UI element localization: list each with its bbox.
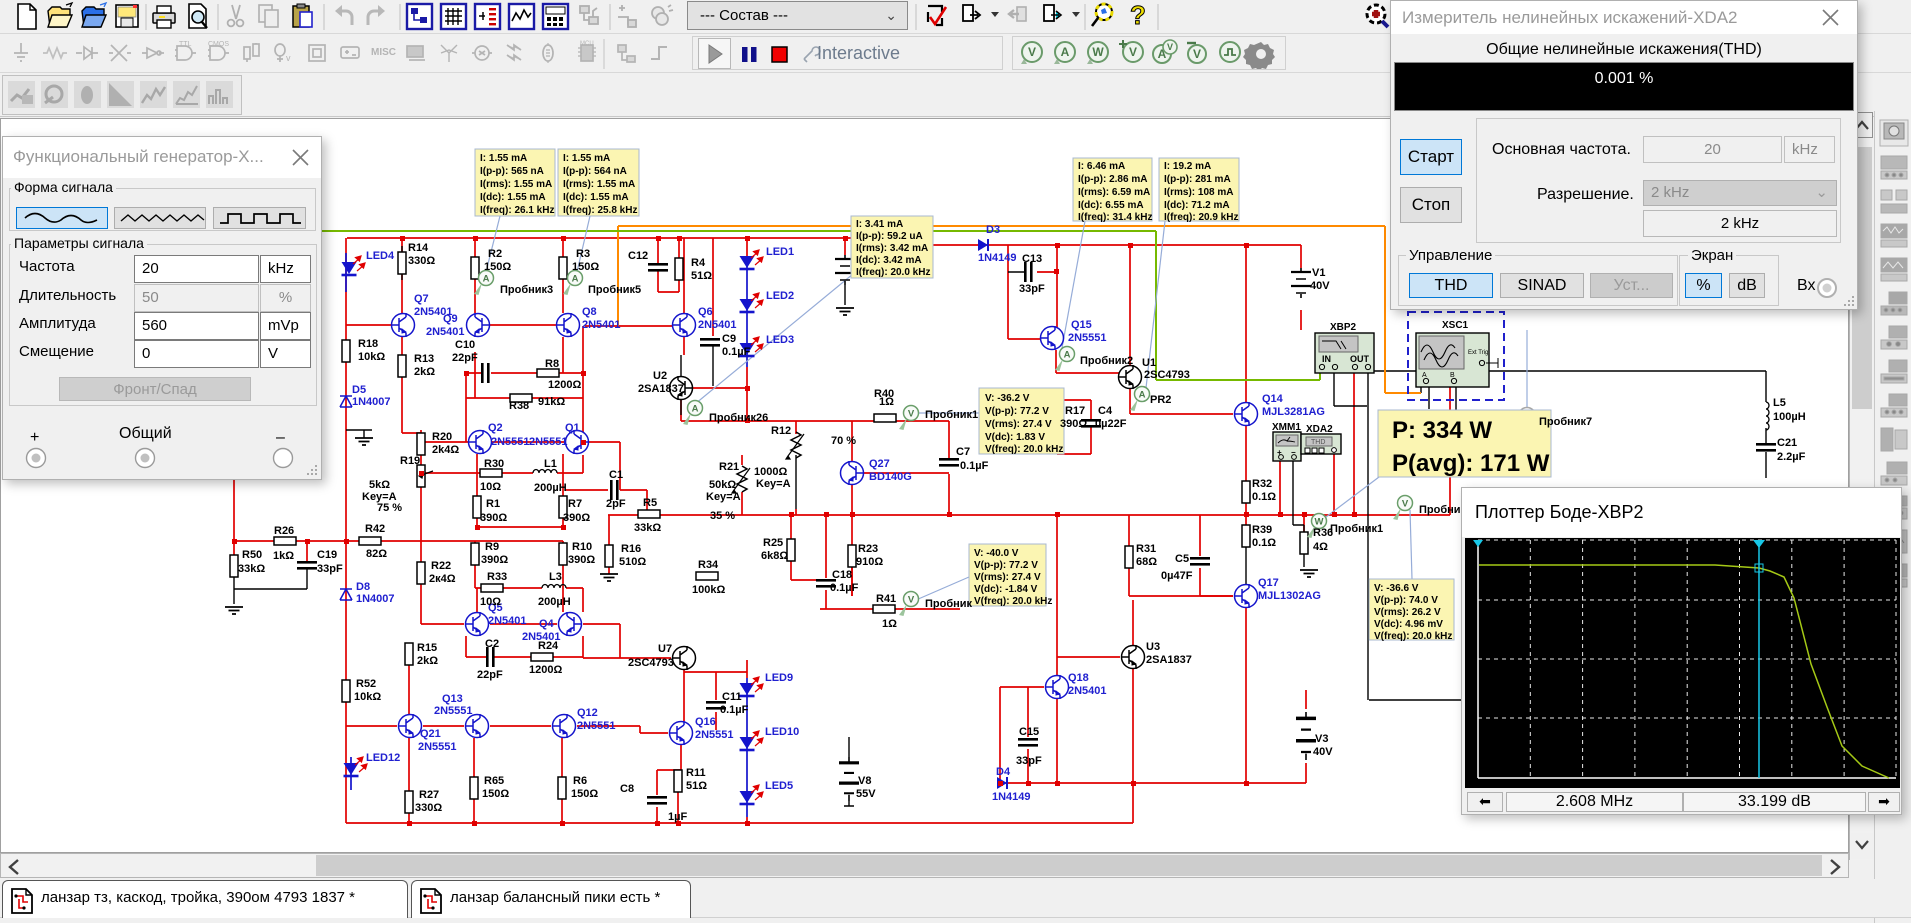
svg-text:V: V (1193, 47, 1201, 61)
svg-text:A: A (1061, 45, 1070, 59)
svg-text:?: ? (1130, 0, 1146, 30)
svg-text:V: V (1129, 45, 1137, 59)
svg-text:MCU: MCU (580, 41, 594, 47)
svg-text:TTL: TTL (179, 41, 192, 48)
svg-text:V: V (1167, 42, 1173, 52)
svg-text:v: v (286, 53, 291, 63)
svg-text:W: W (1092, 45, 1104, 59)
svg-text:V: V (1028, 45, 1036, 59)
svg-text:MISC: MISC (371, 47, 396, 58)
svg-text:CMOS: CMOS (208, 41, 229, 48)
